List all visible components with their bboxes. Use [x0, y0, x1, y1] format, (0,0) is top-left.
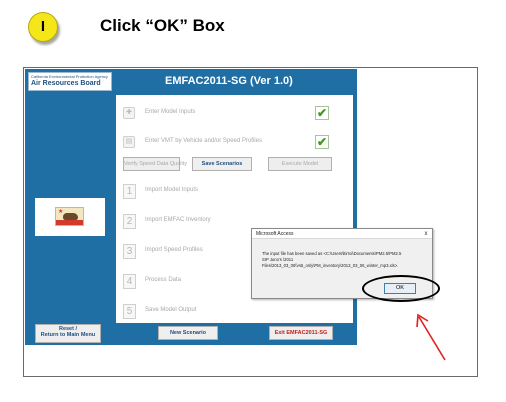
pointer-arrow-icon — [416, 313, 446, 361]
arrow-shaft — [418, 316, 446, 361]
arrow-head — [416, 313, 429, 328]
